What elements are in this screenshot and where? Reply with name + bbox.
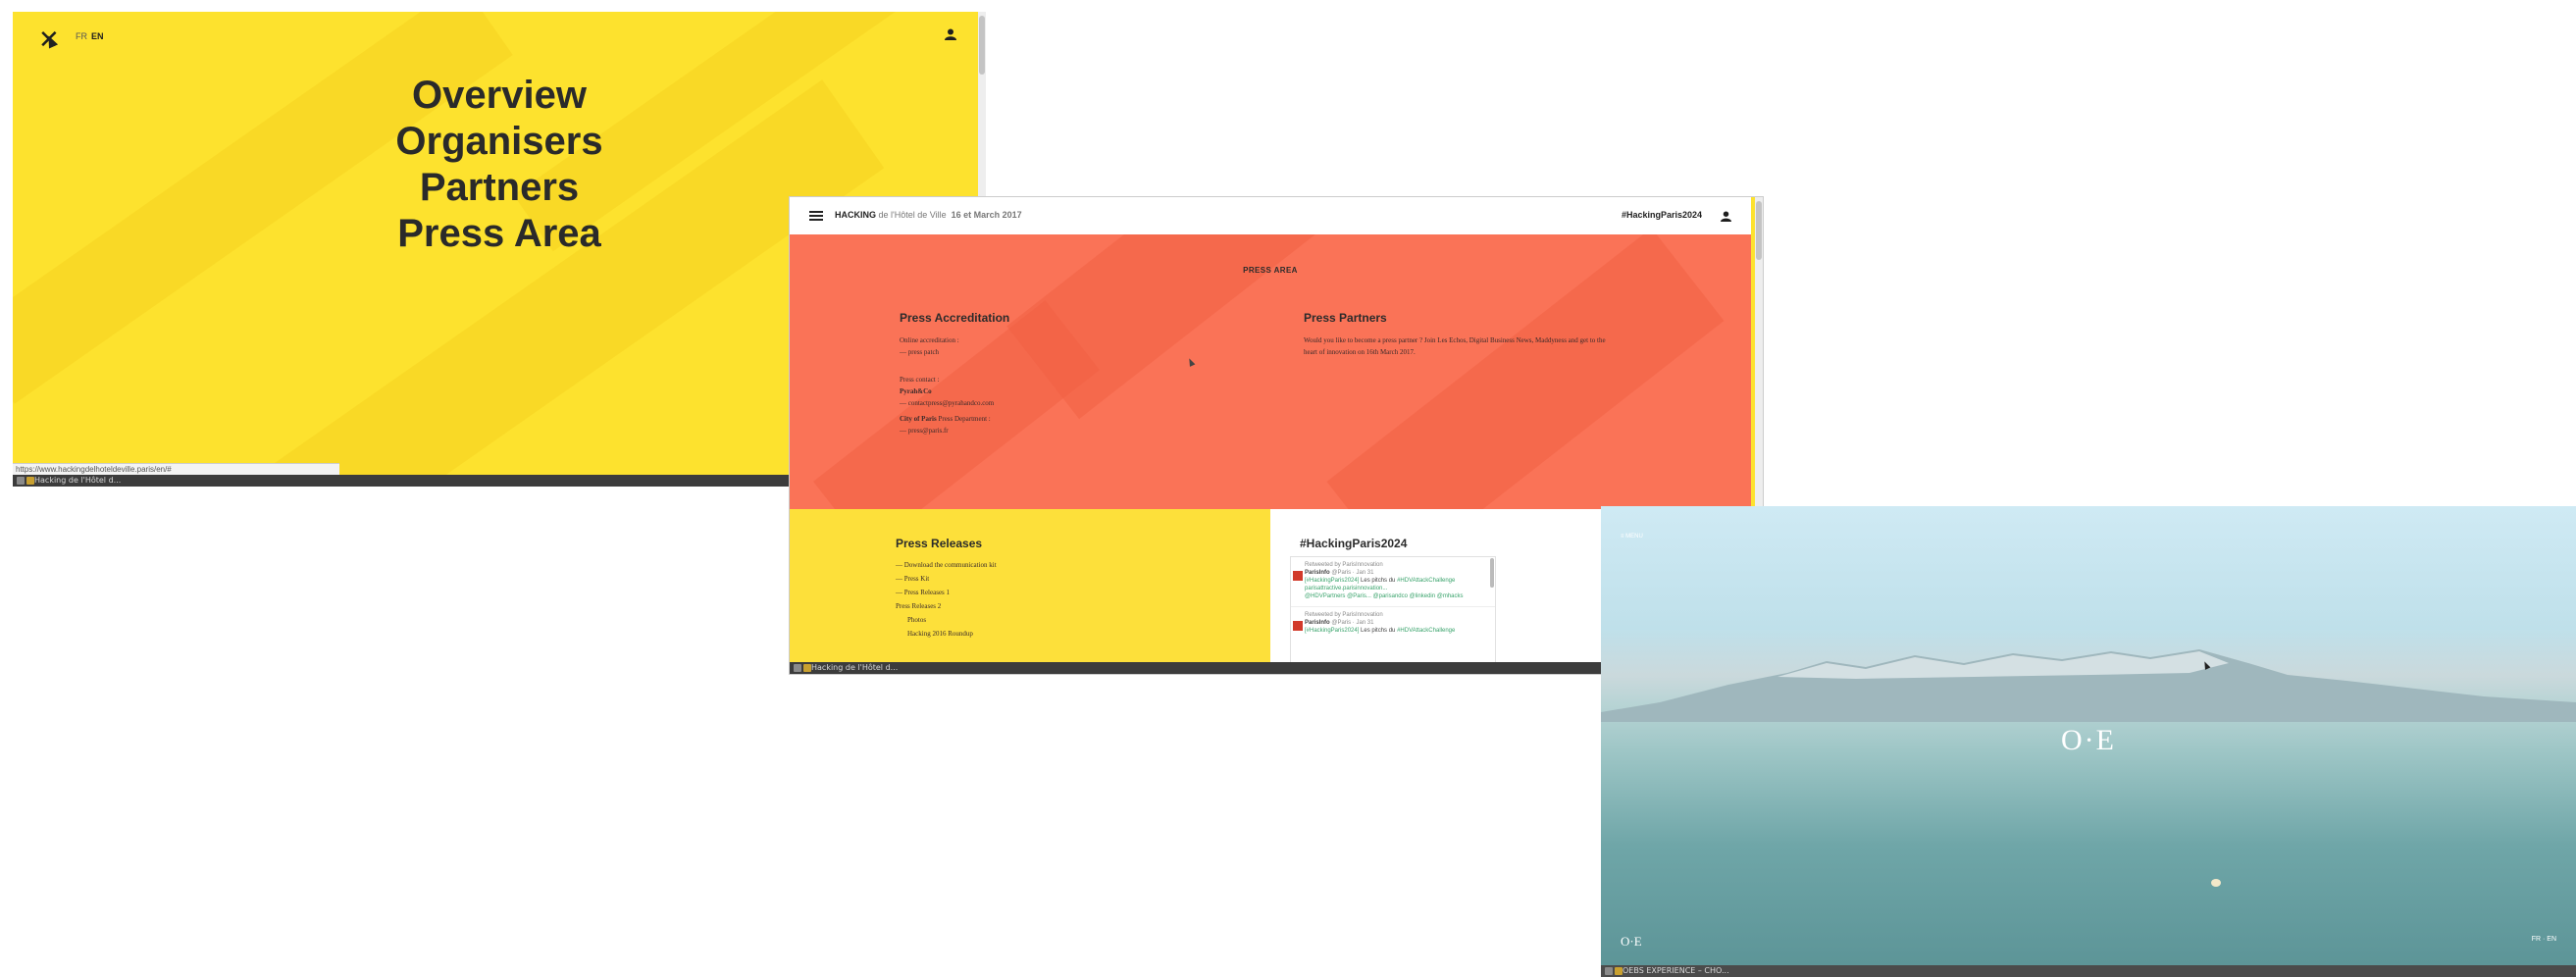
tweet[interactable]: Retweeted by ParisInnovation ParisInfo @… [1291,557,1495,606]
release-link[interactable]: Press Releases 2 [896,599,997,613]
tweet-hashtag[interactable]: [#HackingParis2024] [1305,628,1359,634]
taskbar: OEBS EXPERIENCE – CHO... [1601,965,2576,977]
release-link[interactable]: Hacking 2016 Roundup [896,627,997,641]
lang-fr[interactable]: FR [76,31,87,41]
app-menu-icon[interactable] [794,664,801,672]
tweet-text: Les pitchs du [1359,628,1398,634]
user-icon[interactable] [945,27,956,45]
online-link[interactable]: — press patch [900,346,994,358]
contact-label: Press contact : [900,376,940,384]
release-link[interactable]: — Press Kit [896,572,997,586]
header-hashtag[interactable]: #HackingParis2024 [1622,210,1702,220]
release-link[interactable]: Photos [896,613,997,627]
bg-brush-stroke [1326,234,1725,509]
menu-button[interactable]: ≡ MENU [1621,534,1643,540]
release-link[interactable]: — Press Releases 1 [896,586,997,599]
user-icon[interactable] [1721,209,1731,227]
city-email[interactable]: — press@paris.fr [900,425,994,437]
site-logo: O·E [2061,724,2116,756]
site-header: HACKING de l'Hôtel de Ville 16 et March … [790,197,1751,235]
tweet-link[interactable]: parisattractive.parisinnovation... [1305,585,1481,592]
releases-list: — Download the communication kit — Press… [896,558,997,641]
contact-email[interactable]: — contactpress@pyrahandco.com [900,397,994,409]
brand-bold: HACKING [835,210,876,220]
site-brand[interactable]: HACKING de l'Hôtel de Ville 16 et March … [835,210,1022,220]
partners-text-line: heart of innovation on 16th March 2017. [1304,348,1416,356]
tweet-hashtag[interactable]: #HDVAttackChallenge [1397,578,1455,584]
release-link[interactable]: — Download the communication kit [896,558,997,572]
contact-org: Pyrah&Co [900,387,932,395]
nav-overview[interactable]: Overview [13,73,986,119]
lake-window: ≡ MENU O·E O·E FR · EN OEBS EXPERIENCE –… [1601,506,2576,977]
avatar [1293,571,1303,581]
scrollbar-thumb[interactable] [979,16,985,75]
tweet-author[interactable]: ParisInfo [1305,620,1330,626]
twitter-feed[interactable]: Retweeted by ParisInnovation ParisInfo @… [1290,556,1496,666]
mountain-range [1601,649,2576,722]
accreditation-title: Press Accreditation [900,311,1010,325]
section-title: PRESS AREA [1243,266,1298,275]
accreditation-block: Online accreditation : — press patch Pre… [900,334,994,437]
scrollbar-thumb[interactable] [1756,201,1762,260]
partners-title: Press Partners [1304,311,1387,325]
tweet-handle: @Paris · Jan 31 [1331,570,1374,576]
tweet-hashtag[interactable]: #HDVAttackChallenge [1397,628,1455,634]
browser-icon [803,664,811,672]
retweet-label: Retweeted by ParisInnovation [1305,612,1383,618]
app-menu-icon[interactable] [17,477,25,485]
taskbar-window-title[interactable]: OEBS EXPERIENCE – CHO... [1623,966,1729,975]
press-releases-section: Press Releases — Download the communicat… [790,509,1270,662]
releases-title: Press Releases [896,537,983,550]
partners-text: Would you like to become a press partner… [1304,334,1657,358]
app-menu-icon[interactable] [1605,967,1613,975]
brand-light: de l'Hôtel de Ville [878,210,947,220]
online-label: Online accreditation : [900,336,959,344]
hamburger-menu-icon[interactable] [809,211,823,221]
press-area-section: PRESS AREA Press Accreditation Online ac… [790,234,1751,509]
avatar [1293,621,1303,631]
retweet-label: Retweeted by ParisInnovation [1305,562,1383,568]
footer-logo[interactable]: O·E [1621,934,1642,950]
browser-icon [26,477,34,485]
mouse-cursor [1186,357,1196,367]
tweet-text: Les pitchs du [1359,578,1398,584]
status-url: https://www.hackingdelhoteldeville.paris… [13,463,339,475]
browser-icon [1615,967,1623,975]
taskbar-window-title[interactable]: Hacking de l'Hôtel d... [811,663,898,672]
tweet-hashtag[interactable]: [#HackingParis2024] [1305,578,1359,584]
twitter-title: #HackingParis2024 [1300,537,1408,550]
lang-en[interactable]: EN [91,31,104,41]
buoy [2211,879,2221,887]
taskbar-window-title[interactable]: Hacking de l'Hôtel d... [34,476,121,485]
brand-date: 16 et March 2017 [951,210,1022,220]
city-rest: Press Department : [938,415,991,423]
lang-switcher[interactable]: FR · EN [2532,936,2556,943]
city-bold: City of Paris [900,415,937,423]
tweet[interactable]: Retweeted by ParisInnovation ParisInfo @… [1291,606,1495,641]
tweet-handle: @Paris · Jan 31 [1331,620,1374,626]
partners-text-line: Would you like to become a press partner… [1304,336,1606,344]
tweet-mentions[interactable]: @HDVPartners @Paris... @parisandco @link… [1305,592,1481,600]
nav-organisers[interactable]: Organisers [13,119,986,165]
tweet-author[interactable]: ParisInfo [1305,570,1330,576]
